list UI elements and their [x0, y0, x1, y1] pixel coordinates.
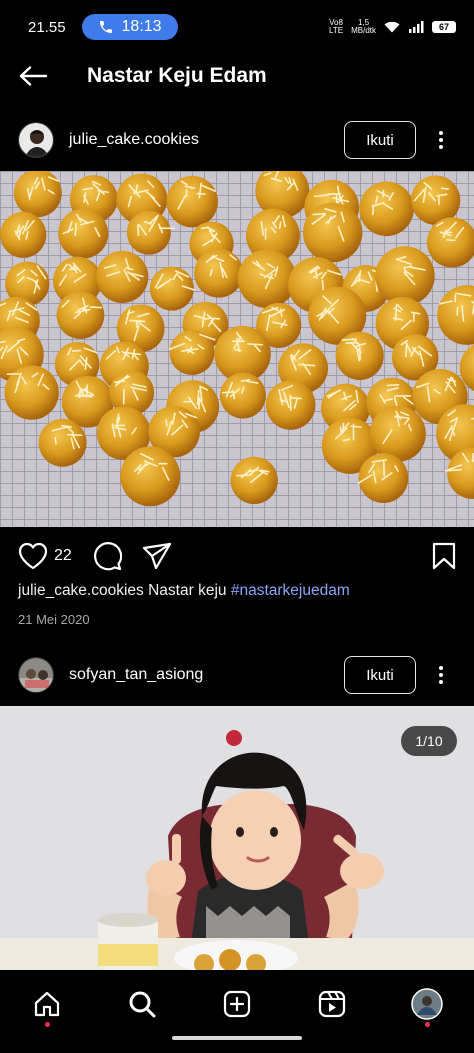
caption-text: Nastar keju — [148, 582, 227, 599]
cookie — [237, 249, 297, 309]
nav-create[interactable] — [213, 982, 261, 1026]
search-icon — [129, 991, 156, 1018]
cheese-shred — [89, 306, 103, 309]
status-icons: Vo8 LTE 1,5 MB/dtk 67 — [329, 19, 456, 35]
cheese-shred — [394, 303, 398, 321]
cookie — [126, 210, 171, 255]
cookie — [120, 446, 181, 507]
cookie — [375, 246, 435, 306]
home-icon — [34, 991, 60, 1017]
username[interactable]: julie_cake.cookies — [69, 131, 199, 149]
page-title: Nastar Keju Edam — [87, 64, 267, 87]
nav-profile[interactable] — [403, 982, 451, 1027]
comment-icon[interactable] — [92, 541, 122, 571]
heart-icon[interactable] — [18, 542, 48, 570]
cheese-shred — [78, 389, 82, 399]
follow-button[interactable]: Ikuti — [344, 656, 416, 694]
cheese-shred — [247, 343, 263, 346]
ongoing-call-pill[interactable]: 18:13 — [81, 14, 178, 40]
call-timer: 18:13 — [121, 18, 162, 35]
create-icon — [223, 990, 251, 1018]
caption-hashtag[interactable]: #nastarkejuedam — [231, 582, 350, 599]
more-vertical-icon — [439, 666, 443, 684]
more-options-button[interactable] — [426, 121, 456, 159]
nav-home[interactable] — [23, 982, 71, 1027]
cheese-shred — [404, 343, 408, 358]
cheese-shred — [135, 184, 139, 193]
cookie — [56, 291, 105, 339]
post-actions: 22 — [0, 535, 474, 577]
cheese-shred — [165, 419, 168, 427]
cheese-shred — [74, 223, 77, 237]
notification-dot — [45, 1022, 50, 1027]
avatar[interactable] — [18, 657, 54, 693]
cheese-shred — [298, 363, 316, 367]
profile-icon — [411, 988, 443, 1020]
post-caption: julie_cake.cookies Nastar keju #nastarke… — [18, 582, 350, 600]
cheese-shred — [312, 212, 327, 216]
app-header: Nastar Keju Edam — [0, 54, 474, 98]
cheese-shred — [71, 349, 82, 352]
post-image[interactable] — [0, 171, 474, 527]
nastar-cookies-photo — [0, 171, 474, 527]
status-bar: 21.55 18:13 Vo8 LTE 1,5 MB/dtk 67 — [0, 0, 474, 54]
back-button[interactable] — [0, 54, 66, 98]
cookie — [166, 175, 218, 228]
phone-icon — [99, 21, 112, 33]
reels-icon — [318, 990, 346, 1018]
caption-username[interactable]: julie_cake.cookies — [18, 582, 144, 599]
signal-icon — [409, 21, 424, 33]
bottom-navigation — [0, 970, 474, 1053]
cheese-shred — [440, 187, 449, 190]
more-options-button[interactable] — [426, 656, 456, 694]
nav-reels[interactable] — [308, 982, 356, 1026]
post-header: julie_cake.cookies Ikuti — [0, 115, 474, 165]
avatar-image — [19, 658, 53, 692]
wifi-icon — [384, 21, 400, 33]
cheese-shred — [341, 338, 358, 341]
network-type: Vo8 LTE — [329, 18, 344, 35]
bookmark-icon[interactable] — [432, 542, 456, 570]
cookie — [96, 250, 149, 303]
image-counter-badge: 1/10 — [401, 726, 457, 756]
share-icon[interactable] — [142, 542, 172, 570]
cookie — [58, 208, 109, 259]
cookie — [0, 211, 47, 258]
avatar-image — [19, 123, 53, 157]
notification-dot — [425, 1022, 430, 1027]
cheese-shred — [290, 396, 302, 400]
home-indicator — [172, 1036, 302, 1040]
cheese-shred — [278, 221, 282, 230]
follow-button[interactable]: Ikuti — [344, 121, 416, 159]
cheese-shred — [54, 436, 57, 445]
arrow-left-icon — [19, 66, 47, 86]
battery-icon: 67 — [432, 21, 456, 33]
cheese-shred — [198, 396, 201, 410]
cheese-shred — [339, 426, 343, 436]
cheese-shred — [203, 317, 212, 320]
username[interactable]: sofyan_tan_asiong — [69, 666, 203, 684]
cookie — [194, 248, 244, 298]
cheese-shred — [350, 425, 362, 428]
cheese-shred — [196, 192, 206, 195]
more-vertical-icon — [439, 131, 443, 149]
like-count[interactable]: 22 — [54, 547, 72, 565]
cheese-shred — [471, 452, 474, 463]
nav-search[interactable] — [118, 982, 166, 1026]
post-date: 21 Mei 2020 — [18, 612, 90, 627]
avatar[interactable] — [18, 122, 54, 158]
cheese-shred — [386, 384, 400, 387]
cookie — [359, 181, 414, 237]
status-time: 21.55 — [28, 18, 66, 36]
cheese-shred — [232, 389, 236, 400]
post-header: sofyan_tan_asiong Ikuti — [0, 650, 474, 700]
network-speed: 1,5 MB/dtk — [351, 18, 376, 35]
cookie — [149, 266, 194, 311]
